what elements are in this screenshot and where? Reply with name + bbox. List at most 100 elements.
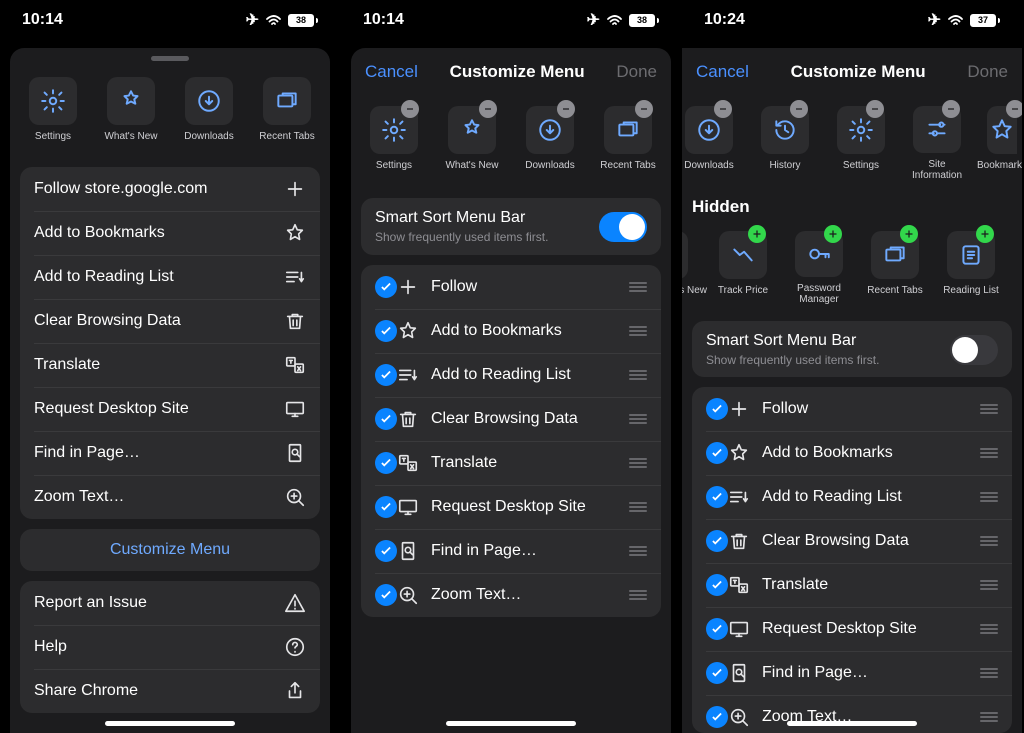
clear-data-row[interactable]: Clear Browsing Data [361, 397, 661, 441]
shortcut-settings[interactable]: Settings [20, 77, 86, 153]
reading-list-row[interactable]: Add to Reading List [361, 353, 661, 397]
customize-menu-button[interactable]: Customize Menu [20, 529, 320, 571]
shortcut-downloads[interactable]: Downloads [176, 77, 242, 153]
find-in-page-row[interactable]: Find in Page… [20, 431, 320, 475]
key-icon [806, 241, 832, 267]
drag-handle-icon[interactable] [972, 492, 998, 502]
airplane-icon: ✈︎ [587, 10, 600, 30]
add-badge[interactable] [976, 225, 994, 243]
follow-row[interactable]: Follow [361, 265, 661, 309]
drag-handle-icon[interactable] [621, 458, 647, 468]
drag-handle-icon[interactable] [621, 370, 647, 380]
reading-list-row[interactable]: Add to Reading List [692, 475, 1012, 519]
drag-handle-icon[interactable] [621, 590, 647, 600]
plus-icon [397, 276, 419, 298]
find-in-page-row[interactable]: Find in Page… [692, 651, 1012, 695]
smart-sort-row[interactable]: Smart Sort Menu Bar Show frequently used… [361, 198, 661, 255]
zoom-text-row[interactable]: Zoom Text… [20, 475, 320, 519]
follow-row[interactable]: Follow [692, 387, 1012, 431]
cancel-button[interactable]: Cancel [365, 62, 418, 82]
battery-indicator: 38 [288, 14, 318, 27]
help-row[interactable]: Help [20, 625, 320, 669]
drag-handle-icon[interactable] [621, 282, 647, 292]
follow-site-row[interactable]: Follow store.google.com [20, 167, 320, 211]
remove-badge[interactable] [557, 100, 575, 118]
drag-handle-icon[interactable] [621, 414, 647, 424]
smart-sort-card: Smart Sort Menu Bar Show frequently used… [692, 321, 1012, 377]
shortcut-password-manager[interactable]: Password Manager [788, 231, 850, 306]
done-button[interactable]: Done [967, 62, 1008, 82]
zoom-text-row[interactable]: Zoom Text… [692, 695, 1012, 733]
add-badge[interactable] [900, 225, 918, 243]
drag-handle-icon[interactable] [972, 448, 998, 458]
translate-row[interactable]: Translate [692, 563, 1012, 607]
add-badge[interactable] [824, 225, 842, 243]
shortcut-downloads[interactable]: Downloads [682, 106, 740, 181]
home-indicator[interactable] [446, 721, 576, 726]
find-in-page-row[interactable]: Find in Page… [361, 529, 661, 573]
remove-badge[interactable] [942, 100, 960, 118]
smart-sort-subtitle: Show frequently used items first. [706, 353, 950, 367]
smart-sort-toggle[interactable] [950, 335, 998, 365]
clear-data-row[interactable]: Clear Browsing Data [692, 519, 1012, 563]
shortcut-whats-new[interactable]: What's New [682, 231, 698, 306]
share-chrome-row[interactable]: Share Chrome [20, 669, 320, 713]
home-indicator[interactable] [105, 721, 235, 726]
translate-row[interactable]: Translate [361, 441, 661, 485]
remove-badge[interactable] [866, 100, 884, 118]
shortcut-recent-tabs[interactable]: Recent Tabs [595, 106, 661, 182]
remove-badge[interactable] [714, 100, 732, 118]
desktop-site-row[interactable]: Request Desktop Site [361, 485, 661, 529]
drag-handle-icon[interactable] [972, 404, 998, 414]
remove-badge[interactable] [635, 100, 653, 118]
status-time: 10:14 [22, 11, 63, 29]
drag-handle-icon[interactable] [972, 536, 998, 546]
shortcut-whats-new[interactable]: What's New [98, 77, 164, 153]
zoom-text-row[interactable]: Zoom Text… [361, 573, 661, 617]
done-button[interactable]: Done [616, 62, 657, 82]
add-badge[interactable] [748, 225, 766, 243]
customize-card: Customize Menu [20, 529, 320, 571]
drag-handle-icon[interactable] [621, 326, 647, 336]
shortcut-settings[interactable]: Settings [361, 106, 427, 182]
drag-handle-icon[interactable] [621, 546, 647, 556]
clear-data-row[interactable]: Clear Browsing Data [20, 299, 320, 343]
sheet-grabber[interactable] [151, 56, 189, 61]
cancel-button[interactable]: Cancel [696, 62, 749, 82]
report-issue-row[interactable]: Report an Issue [20, 581, 320, 625]
badge-icon [459, 117, 485, 143]
smart-sort-toggle[interactable] [599, 212, 647, 242]
remove-badge[interactable] [790, 100, 808, 118]
remove-badge[interactable] [479, 100, 497, 118]
drag-handle-icon[interactable] [972, 580, 998, 590]
bookmarks-row[interactable]: Add to Bookmarks [361, 309, 661, 353]
translate-icon [397, 452, 419, 474]
remove-badge[interactable] [1006, 100, 1022, 118]
drag-handle-icon[interactable] [972, 624, 998, 634]
drag-handle-icon[interactable] [972, 668, 998, 678]
zoom-icon [397, 584, 419, 606]
add-bookmarks-row[interactable]: Add to Bookmarks [20, 211, 320, 255]
home-indicator[interactable] [787, 721, 917, 726]
shortcut-settings[interactable]: Settings [830, 106, 892, 181]
smart-sort-row[interactable]: Smart Sort Menu Bar Show frequently used… [692, 321, 1012, 377]
shortcut-reading-list[interactable]: Reading List [940, 231, 1002, 306]
shortcut-bookmarks[interactable]: Bookmarks [982, 106, 1022, 181]
shortcut-recent-tabs[interactable]: Recent Tabs [254, 77, 320, 153]
shortcut-recent-tabs[interactable]: Recent Tabs [864, 231, 926, 306]
desktop-site-row[interactable]: Request Desktop Site [692, 607, 1012, 651]
add-reading-list-row[interactable]: Add to Reading List [20, 255, 320, 299]
desktop-site-row[interactable]: Request Desktop Site [20, 387, 320, 431]
shortcut-track-price[interactable]: Track Price [712, 231, 774, 306]
bookmarks-row[interactable]: Add to Bookmarks [692, 431, 1012, 475]
drag-handle-icon[interactable] [972, 712, 998, 722]
find-icon [284, 442, 306, 464]
shortcut-whats-new[interactable]: What's New [439, 106, 505, 182]
drag-handle-icon[interactable] [621, 502, 647, 512]
shortcut-downloads[interactable]: Downloads [517, 106, 583, 182]
shortcut-history[interactable]: History [754, 106, 816, 181]
shortcut-site-information[interactable]: Site Information [906, 106, 968, 181]
translate-icon [284, 354, 306, 376]
remove-badge[interactable] [401, 100, 419, 118]
translate-row[interactable]: Translate [20, 343, 320, 387]
